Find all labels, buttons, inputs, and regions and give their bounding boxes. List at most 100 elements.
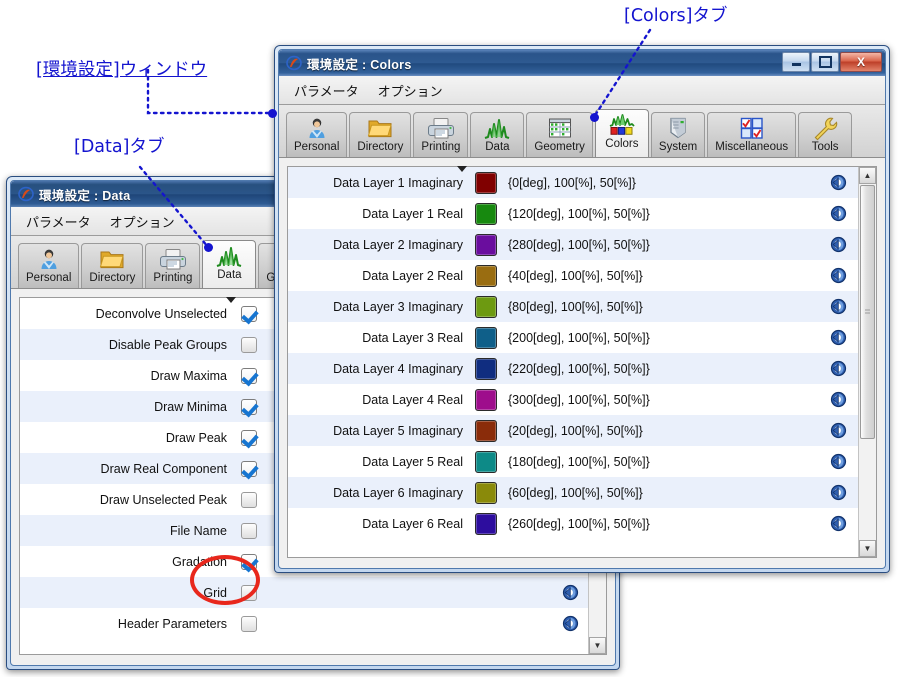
setting-checkbox[interactable] xyxy=(241,399,257,415)
setting-label: Draw Minima xyxy=(20,400,227,414)
color-setting-row[interactable]: Data Layer 6 Imaginary{60[deg], 100[%], … xyxy=(288,477,858,508)
color-setting-row[interactable]: Data Layer 4 Real{300[deg], 100[%], 50[%… xyxy=(288,384,858,415)
setting-checkbox[interactable] xyxy=(241,306,257,322)
color-setting-label: Data Layer 1 Real xyxy=(288,207,463,221)
color-swatch[interactable] xyxy=(475,420,497,442)
tab-personal[interactable]: Personal xyxy=(286,112,347,157)
colors-window-inner: 環境設定 : Colors X パラメータ オプション PersonalDire… xyxy=(278,49,886,569)
setting-label: Header Parameters xyxy=(20,617,227,631)
color-setting-row[interactable]: Data Layer 4 Imaginary{220[deg], 100[%],… xyxy=(288,353,858,384)
colors-scroll-thumb[interactable] xyxy=(860,185,875,439)
color-swatch[interactable] xyxy=(475,389,497,411)
color-swatch[interactable] xyxy=(475,451,497,473)
color-swatch[interactable] xyxy=(475,234,497,256)
colors-window-titlebar[interactable]: 環境設定 : Colors X xyxy=(279,50,885,76)
tab-system[interactable]: System xyxy=(651,112,705,157)
color-swatch[interactable] xyxy=(475,482,497,504)
menu-item-option[interactable]: オプション xyxy=(107,210,178,233)
color-swatch[interactable] xyxy=(475,265,497,287)
color-hsl-value: {20[deg], 100[%], 50[%]} xyxy=(508,424,643,438)
tab-miscellaneous[interactable]: Miscellaneous xyxy=(707,112,796,157)
color-swatch[interactable] xyxy=(475,327,497,349)
setting-checkbox[interactable] xyxy=(241,523,257,539)
colors-bars-icon xyxy=(609,113,635,137)
menu-item-parameter[interactable]: パラメータ xyxy=(23,210,94,233)
data-setting-row[interactable]: Grid xyxy=(20,577,588,608)
data-setting-row[interactable]: Header Parameters xyxy=(20,608,588,639)
color-setting-row[interactable]: Data Layer 6 Real{260[deg], 100[%], 50[%… xyxy=(288,508,858,539)
menu-item-parameter[interactable]: パラメータ xyxy=(291,79,362,102)
reset-icon[interactable] xyxy=(830,453,847,470)
tab-label: Printing xyxy=(153,272,192,285)
color-setting-row[interactable]: Data Layer 2 Imaginary{280[deg], 100[%],… xyxy=(288,229,858,260)
color-setting-row[interactable]: Data Layer 1 Imaginary{0[deg], 100[%], 5… xyxy=(288,167,858,198)
setting-label: Deconvolve Unselected xyxy=(20,307,227,321)
tab-directory[interactable]: Directory xyxy=(81,243,143,288)
color-hsl-value: {220[deg], 100[%], 50[%]} xyxy=(508,362,650,376)
reset-icon[interactable] xyxy=(830,298,847,315)
reset-icon[interactable] xyxy=(830,174,847,191)
reset-icon[interactable] xyxy=(562,584,579,601)
reset-icon[interactable] xyxy=(830,360,847,377)
minimize-icon xyxy=(792,63,801,66)
setting-checkbox[interactable] xyxy=(241,368,257,384)
tab-label: Tools xyxy=(812,141,839,154)
setting-checkbox[interactable] xyxy=(241,461,257,477)
maximize-button[interactable] xyxy=(811,52,839,72)
data-scroll-down-button[interactable]: ▼ xyxy=(589,637,606,654)
tab-printing[interactable]: Printing xyxy=(413,112,468,157)
setting-checkbox[interactable] xyxy=(241,492,257,508)
annotation-dot-colors-tab xyxy=(590,113,599,122)
color-setting-row[interactable]: Data Layer 1 Real{120[deg], 100[%], 50[%… xyxy=(288,198,858,229)
color-setting-row[interactable]: Data Layer 5 Imaginary{20[deg], 100[%], … xyxy=(288,415,858,446)
setting-label: Draw Real Component xyxy=(20,462,227,476)
reset-icon[interactable] xyxy=(830,422,847,439)
reset-icon[interactable] xyxy=(830,484,847,501)
spectrum-icon xyxy=(216,244,242,268)
close-icon: X xyxy=(857,56,865,68)
colors-settings-list: Data Layer 1 Imaginary{0[deg], 100[%], 5… xyxy=(287,166,877,558)
setting-checkbox[interactable] xyxy=(241,616,257,632)
color-swatch[interactable] xyxy=(475,296,497,318)
reset-icon[interactable] xyxy=(830,391,847,408)
color-setting-row[interactable]: Data Layer 3 Real{200[deg], 100[%], 50[%… xyxy=(288,322,858,353)
reset-icon[interactable] xyxy=(830,515,847,532)
minimize-button[interactable] xyxy=(782,52,810,72)
setting-label: Draw Peak xyxy=(20,431,227,445)
close-button[interactable]: X xyxy=(840,52,882,72)
tab-label: System xyxy=(659,141,697,154)
color-swatch[interactable] xyxy=(475,513,497,535)
color-swatch[interactable] xyxy=(475,172,497,194)
reset-icon[interactable] xyxy=(830,205,847,222)
color-setting-row[interactable]: Data Layer 3 Imaginary{80[deg], 100[%], … xyxy=(288,291,858,322)
tab-geometry[interactable]: Geometry xyxy=(526,112,593,157)
setting-checkbox[interactable] xyxy=(241,337,257,353)
preferences-colors-window[interactable]: 環境設定 : Colors X パラメータ オプション PersonalDire… xyxy=(274,45,890,573)
color-swatch[interactable] xyxy=(475,203,497,225)
annotation-dot-env-window xyxy=(268,109,277,118)
colors-scroll-down-button[interactable]: ▼ xyxy=(859,540,876,557)
tab-personal[interactable]: Personal xyxy=(18,243,79,288)
reset-icon[interactable] xyxy=(830,267,847,284)
reset-icon[interactable] xyxy=(562,615,579,632)
tab-colors[interactable]: Colors xyxy=(595,109,649,157)
color-setting-row[interactable]: Data Layer 5 Real{180[deg], 100[%], 50[%… xyxy=(288,446,858,477)
reset-icon[interactable] xyxy=(830,329,847,346)
setting-label: Draw Maxima xyxy=(20,369,227,383)
colors-scroll-track[interactable] xyxy=(859,184,876,540)
tab-printing[interactable]: Printing xyxy=(145,243,200,288)
tab-tools[interactable]: Tools xyxy=(798,112,852,157)
tab-data[interactable]: Data xyxy=(470,112,524,157)
menu-item-option[interactable]: オプション xyxy=(375,79,446,102)
color-setting-row[interactable]: Data Layer 2 Real{40[deg], 100[%], 50[%]… xyxy=(288,260,858,291)
colors-list-scrollbar[interactable]: ▲ ▼ xyxy=(858,167,876,557)
tab-directory[interactable]: Directory xyxy=(349,112,411,157)
annotation-dot-data-tab xyxy=(204,243,213,252)
color-setting-label: Data Layer 6 Imaginary xyxy=(288,486,463,500)
color-setting-label: Data Layer 6 Real xyxy=(288,517,463,531)
colors-scroll-up-button[interactable]: ▲ xyxy=(859,167,876,184)
color-hsl-value: {80[deg], 100[%], 50[%]} xyxy=(508,300,643,314)
setting-checkbox[interactable] xyxy=(241,430,257,446)
reset-icon[interactable] xyxy=(830,236,847,253)
color-swatch[interactable] xyxy=(475,358,497,380)
